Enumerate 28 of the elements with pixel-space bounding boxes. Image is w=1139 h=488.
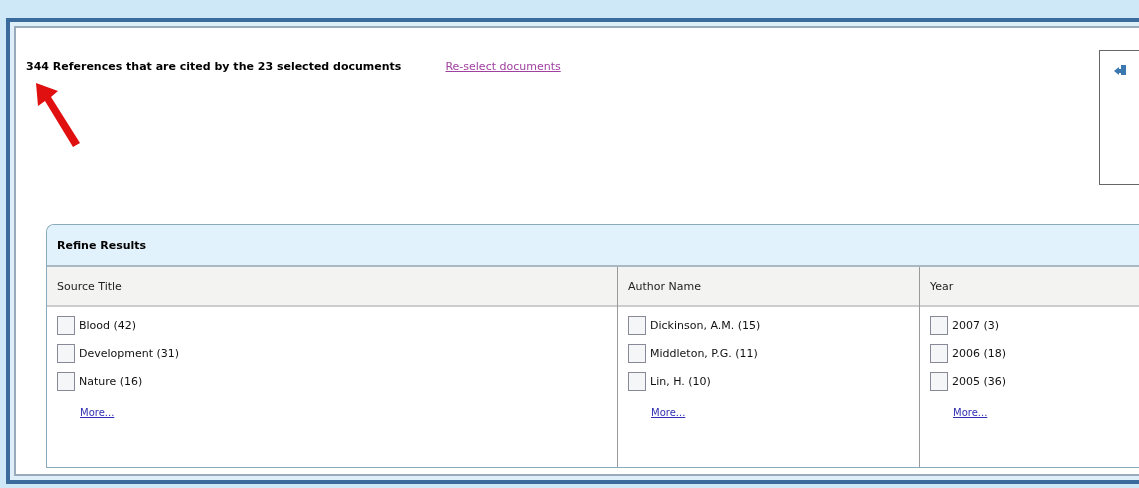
filter-option[interactable]: Development (31) — [47, 335, 617, 363]
checkbox[interactable] — [57, 343, 75, 363]
checkbox[interactable] — [628, 371, 646, 391]
checkbox[interactable] — [628, 343, 646, 363]
refine-title: Refine Results — [57, 238, 147, 252]
reselect-link[interactable]: Re-select documents — [445, 60, 561, 73]
more-link[interactable]: More... — [80, 407, 115, 418]
filter-option[interactable]: 2007 (3) — [920, 307, 1139, 335]
filter-option[interactable]: 2005 (36) — [920, 363, 1139, 391]
column-heading: Author Name — [618, 267, 919, 307]
arrow-icon[interactable] — [1112, 63, 1127, 77]
checkbox[interactable] — [628, 315, 646, 335]
column-heading: Year — [920, 267, 1139, 307]
checkbox[interactable] — [930, 371, 948, 391]
checkbox[interactable] — [930, 315, 948, 335]
filter-option[interactable]: 2006 (18) — [920, 335, 1139, 363]
filter-option[interactable]: Nature (16) — [47, 363, 617, 391]
more-link[interactable]: More... — [953, 407, 988, 418]
checkbox[interactable] — [57, 315, 75, 335]
filter-option[interactable]: Dickinson, A.M. (15) — [618, 307, 919, 335]
column-heading: Source Title — [47, 267, 617, 307]
checkbox[interactable] — [930, 343, 948, 363]
results-summary: 344 References that are cited by the 23 selected documents — [26, 60, 402, 73]
filter-option[interactable]: Blood (42) — [47, 307, 617, 335]
checkbox[interactable] — [57, 371, 75, 391]
filter-option[interactable]: Middleton, P.G. (11) — [618, 335, 919, 363]
more-link[interactable]: More... — [651, 407, 686, 418]
filter-option[interactable]: Lin, H. (10) — [618, 363, 919, 391]
